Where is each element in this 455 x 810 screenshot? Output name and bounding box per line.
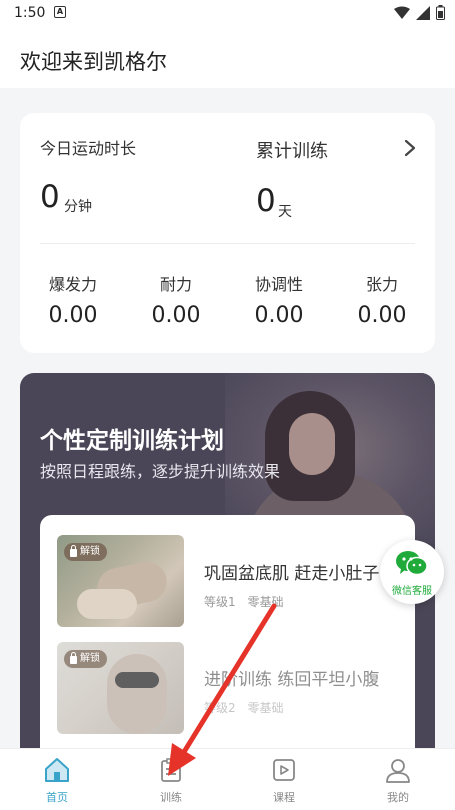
tab-home[interactable]: 首页: [17, 757, 97, 805]
course-base: 零基础: [247, 701, 284, 715]
unlock-badge-label: 解锁: [80, 546, 100, 557]
total-training-label[interactable]: 累计训练: [256, 137, 328, 163]
notification-icon: A: [54, 6, 66, 18]
ability-tension: 张力 0.00: [332, 271, 432, 328]
chevron-right-icon[interactable]: [403, 139, 417, 157]
status-bar: 1:50 A: [0, 0, 455, 26]
ability-endurance: 耐力 0.00: [126, 271, 226, 328]
wechat-service-label: 微信客服: [392, 586, 432, 597]
course-thumbnail[interactable]: 解锁: [57, 642, 184, 734]
unlock-badge: 解锁: [64, 650, 107, 668]
tab-course[interactable]: 课程: [244, 757, 324, 805]
total-training-value: 0: [256, 183, 276, 219]
course-thumbnail[interactable]: 解锁: [57, 535, 184, 627]
ability-power: 爆发力 0.00: [23, 271, 123, 328]
training-icon: [161, 758, 181, 782]
tab-home-label: 首页: [46, 791, 68, 804]
tab-profile-label: 我的: [387, 791, 409, 804]
unlock-badge: 解锁: [64, 543, 107, 561]
wechat-service-button[interactable]: 微信客服: [380, 540, 444, 604]
plan-title: 个性定制训练计划: [40, 428, 224, 454]
ability-label: 协调性: [254, 275, 303, 294]
today-duration-unit: 分钟: [64, 199, 92, 215]
ability-value: 0.00: [151, 303, 201, 328]
course-title[interactable]: 巩固盆底肌 赶走小肚子: [204, 559, 379, 584]
course-list: 解锁 巩固盆底肌 赶走小肚子 等级1 零基础 解锁 进阶训练 练回平坦小腹 等级…: [40, 515, 415, 773]
course-meta: 等级1 零基础: [204, 593, 283, 610]
tab-course-label: 课程: [273, 791, 295, 804]
battery-icon: [436, 5, 445, 20]
course-level: 等级2: [204, 701, 236, 715]
app-header: 欢迎来到凯格尔: [0, 26, 455, 88]
divider: [40, 243, 415, 244]
total-training-unit: 天: [278, 204, 292, 220]
ability-coordination: 协调性 0.00: [229, 271, 329, 328]
ability-value: 0.00: [254, 303, 304, 328]
profile-icon: [386, 759, 410, 783]
stats-card: 今日运动时长 0 分钟 累计训练 0 天 爆发力 0.00 耐力 0.00 协调…: [20, 113, 435, 353]
tab-training-label: 训练: [160, 791, 182, 804]
lock-icon: [70, 652, 77, 664]
lock-icon: [70, 545, 77, 557]
page-title: 欢迎来到凯格尔: [20, 50, 167, 74]
today-duration-value: 0: [40, 179, 60, 215]
tab-training[interactable]: 训练: [131, 757, 211, 805]
unlock-badge-label: 解锁: [80, 653, 100, 664]
wechat-icon: [396, 551, 428, 576]
today-duration-label: 今日运动时长: [40, 139, 137, 158]
ability-value: 0.00: [357, 303, 407, 328]
course-base: 零基础: [247, 595, 284, 609]
ability-value: 0.00: [48, 303, 98, 328]
plan-subtitle: 按照日程跟练，逐步提升训练效果: [40, 462, 281, 481]
home-icon: [45, 758, 69, 782]
bottom-tab-bar: 首页 训练 课程 我的: [0, 748, 455, 810]
signal-icon: [416, 5, 430, 20]
ability-label: 张力: [365, 275, 398, 294]
ability-label: 爆发力: [48, 275, 97, 294]
course-level: 等级1: [204, 595, 236, 609]
course-meta: 等级2 零基础: [204, 699, 283, 716]
training-plan-card[interactable]: 个性定制训练计划 按照日程跟练，逐步提升训练效果 解锁 巩固盆底肌 赶走小肚子 …: [20, 373, 435, 773]
course-title[interactable]: 进阶训练 练回平坦小腹: [204, 665, 379, 690]
status-icons: [394, 5, 445, 20]
wifi-icon: [394, 6, 410, 19]
ability-label: 耐力: [159, 275, 192, 294]
tab-profile[interactable]: 我的: [358, 757, 438, 805]
course-icon: [273, 759, 295, 781]
status-time: 1:50: [14, 5, 46, 21]
